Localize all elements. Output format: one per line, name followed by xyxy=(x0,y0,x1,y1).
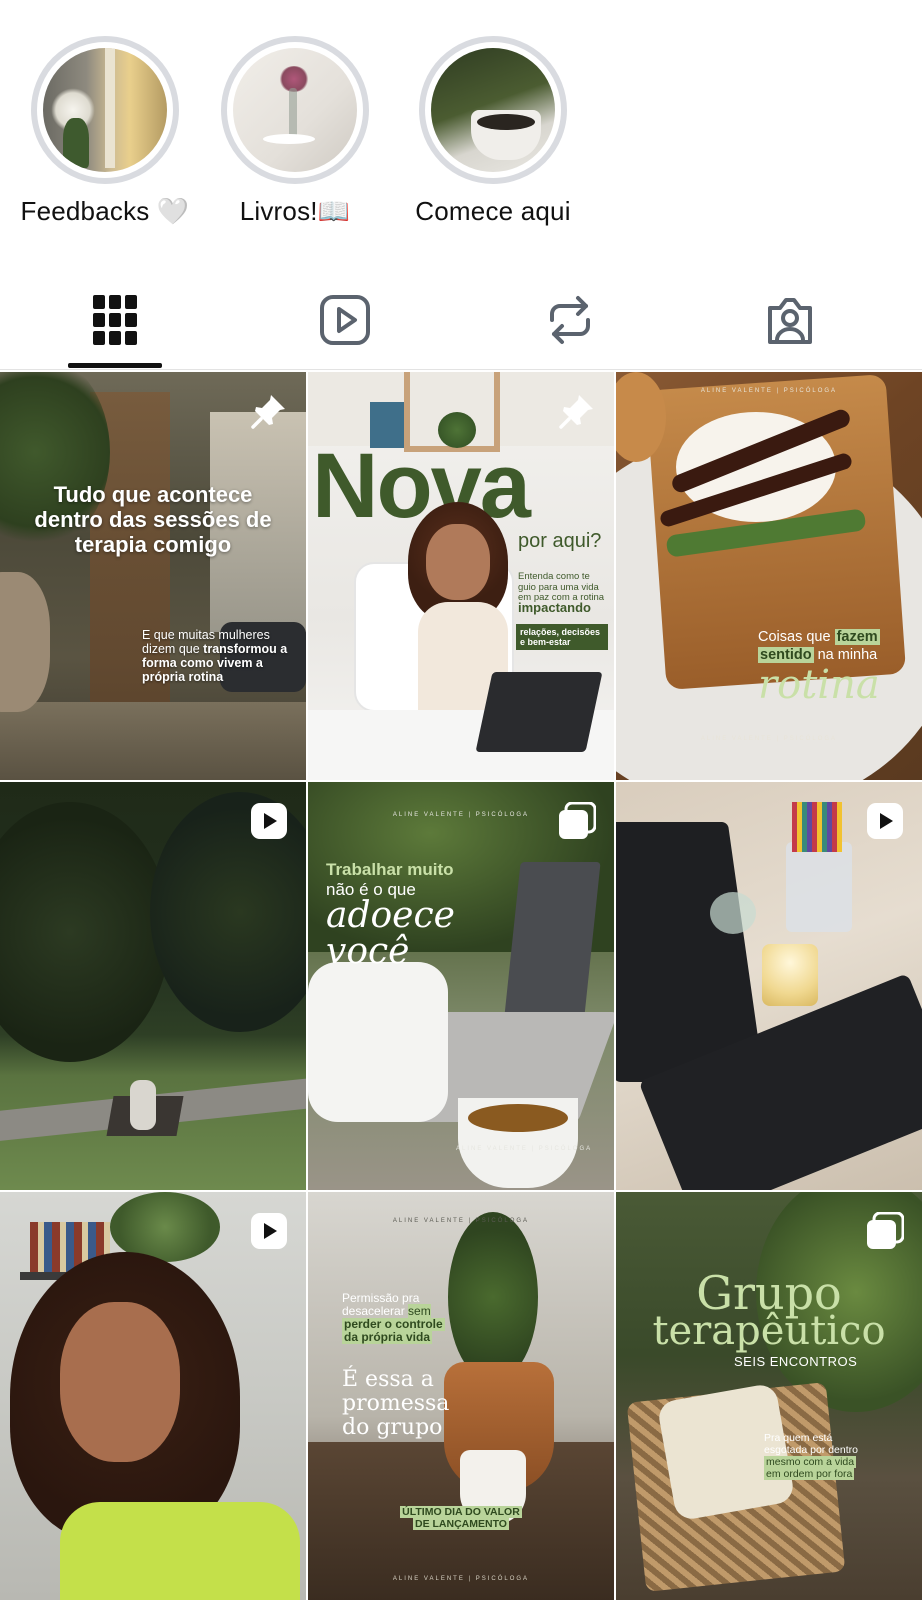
reel-icon xyxy=(251,803,287,839)
brand-watermark: ALINE VALENTE | PSICÓLOGA xyxy=(456,1146,593,1152)
pin-icon xyxy=(559,395,593,429)
post-highlight: mesmo com a vida xyxy=(764,1456,857,1468)
post-script: você xyxy=(326,931,410,972)
tagged-icon xyxy=(768,298,812,344)
post-script: do grupo xyxy=(342,1415,443,1440)
highlight-ring xyxy=(419,36,567,184)
post-highlight: da própria vida xyxy=(342,1330,433,1344)
carousel-icon xyxy=(559,802,596,839)
post-tile[interactable]: Nova por aqui? Entenda como te guio para… xyxy=(308,372,614,780)
post-tile[interactable]: ALINE VALENTE | PSICÓLOGA Permissão pra … xyxy=(308,1192,614,1600)
post-highlight: sentido xyxy=(758,647,814,663)
post-tile[interactable]: Tudo que acontece dentro das sessões de … xyxy=(0,372,306,780)
post-caption: Coisas que fazem sentido na minha xyxy=(758,628,880,664)
post-tile[interactable]: Grupo terapêutico SEIS ENCONTROS Pra que… xyxy=(616,1192,922,1600)
post-text: Pra quem está xyxy=(764,1432,833,1444)
post-subtitle: por aqui? xyxy=(518,530,602,552)
brand-watermark: ALINE VALENTE | PSICÓLOGA xyxy=(392,1218,530,1224)
post-highlight: em ordem por fora xyxy=(764,1468,855,1480)
post-tile[interactable]: ALINE VALENTE | PSICÓLOGA Coisas que faz… xyxy=(616,372,922,780)
post-headline: Tudo que acontece dentro das sessões de … xyxy=(34,482,272,557)
post-cta-line: ÚLTIMO DIA DO VALOR xyxy=(400,1506,522,1518)
story-highlights: Feedbacks 🤍 Livros!📖 Comece aqui xyxy=(0,0,922,255)
post-highlight: fazem xyxy=(834,629,880,645)
highlight-cover-flowers xyxy=(43,48,167,172)
post-text: Trabalhar muito xyxy=(326,860,454,879)
post-body: E que muitas mulheres dizem que transfor… xyxy=(142,628,292,684)
post-script: rotina xyxy=(758,662,880,708)
brand-watermark: ALINE VALENTE | PSICÓLOGA xyxy=(392,1576,530,1582)
post-cta: ÚLTIMO DIA DO VALOR DE LANÇAMENTO xyxy=(396,1506,526,1530)
post-text: desacelerar xyxy=(342,1304,405,1318)
grid-icon xyxy=(93,295,137,345)
pin-icon xyxy=(251,395,285,429)
active-tab-indicator xyxy=(68,363,162,368)
highlight-livros[interactable]: Livros!📖 xyxy=(210,36,380,227)
highlight-label: Feedbacks 🤍 xyxy=(20,196,190,226)
tab-posts[interactable] xyxy=(55,270,175,370)
post-bold: impactando xyxy=(518,600,591,615)
reels-icon xyxy=(320,295,370,345)
profile-tabs xyxy=(0,270,922,370)
post-tile[interactable] xyxy=(0,1192,306,1600)
reel-icon xyxy=(251,1213,287,1249)
post-tag: relações, decisões e bem-estar xyxy=(516,624,608,650)
highlight-label: Comece aqui xyxy=(415,196,571,226)
tab-tagged[interactable] xyxy=(730,270,850,370)
highlight-cover-vase xyxy=(233,48,357,172)
post-text: na minha xyxy=(817,647,878,663)
tab-reposts[interactable] xyxy=(510,270,630,370)
post-body: Entenda como te guio para uma vida em pa… xyxy=(518,571,605,603)
post-tile[interactable] xyxy=(0,782,306,1190)
highlight-cover-mug xyxy=(431,48,555,172)
highlight-feedbacks[interactable]: Feedbacks 🤍 xyxy=(20,36,190,227)
post-script: adoece xyxy=(326,895,455,936)
carousel-icon xyxy=(867,1212,904,1249)
post-subtitle: SEIS ENCONTROS xyxy=(734,1354,858,1369)
post-script: promessa xyxy=(342,1391,450,1416)
post-title: terapêutico xyxy=(652,1308,886,1354)
highlight-ring xyxy=(31,36,179,184)
post-text: esgotada por dentro xyxy=(764,1444,858,1456)
brand-watermark: ALINE VALENTE | PSICÓLOGA xyxy=(392,812,530,818)
post-highlight: sem xyxy=(408,1304,431,1318)
brand-watermark: ALINE VALENTE | PSICÓLOGA xyxy=(700,388,838,394)
post-script: É essa a xyxy=(342,1367,434,1392)
reel-icon xyxy=(867,803,903,839)
post-cta-line: DE LANÇAMENTO xyxy=(413,1518,509,1530)
post-text: Coisas que xyxy=(758,629,831,645)
post-tile[interactable]: ALINE VALENTE | PSICÓLOGA Trabalhar muit… xyxy=(308,782,614,1190)
tab-reels[interactable] xyxy=(285,270,405,370)
post-tile[interactable] xyxy=(616,782,922,1190)
brand-watermark: ALINE VALENTE | PSICÓLOGA xyxy=(700,736,838,742)
reposts-icon xyxy=(550,296,590,344)
highlight-comece-aqui[interactable]: Comece aqui xyxy=(408,36,578,227)
post-big-title: Nova xyxy=(312,435,531,537)
highlight-label: Livros!📖 xyxy=(239,196,351,226)
highlight-ring xyxy=(221,36,369,184)
posts-grid: Tudo que acontece dentro das sessões de … xyxy=(0,372,922,1600)
